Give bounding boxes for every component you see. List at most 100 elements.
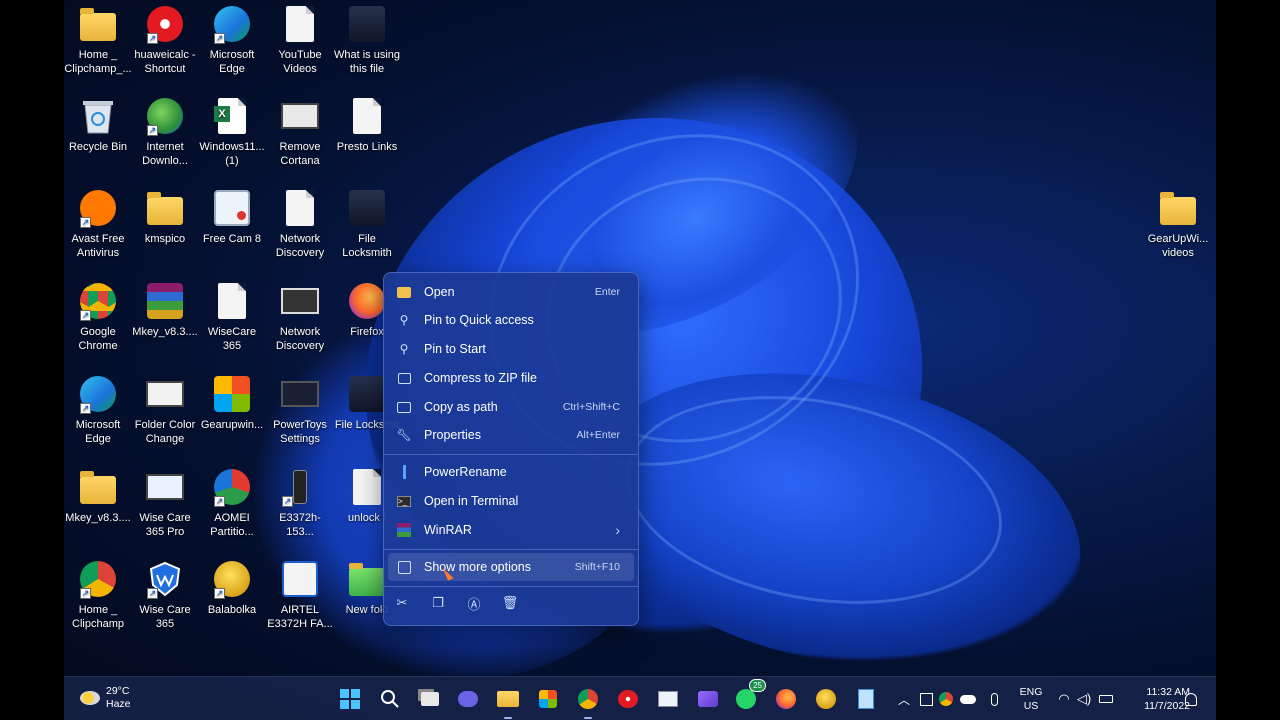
modem-icon: ↗: [280, 467, 320, 507]
wifi-button[interactable]: ◠: [1054, 685, 1074, 713]
desktop-icon-microsoft-edge[interactable]: ↗ Microsoft Edge: [198, 4, 266, 76]
window-icon: [658, 691, 678, 707]
menu-item-label: Pin to Start: [424, 342, 486, 356]
volume-button[interactable]: ◁): [1074, 685, 1094, 713]
desktop-icon-folder-color-change[interactable]: Folder Color Change: [131, 374, 199, 446]
menu-item-winrar[interactable]: WinRAR ›: [388, 516, 634, 544]
desktop-icon-label: What is using this file: [333, 49, 401, 75]
desktop-icon-kmspico[interactable]: kmspico: [131, 188, 199, 246]
desktop-icon-home-clipchamp-folder[interactable]: Home _ Clipchamp_...: [64, 4, 132, 76]
freecam-icon: [212, 188, 252, 228]
terminal-icon: >_: [396, 493, 412, 509]
search-button[interactable]: [376, 685, 404, 713]
desktop-icon-label: Wise Care 365 Pro: [139, 512, 191, 538]
notifications-button[interactable]: [1180, 685, 1202, 713]
task-view-button[interactable]: [416, 685, 444, 713]
menu-item-compress-zip[interactable]: Compress to ZIP file: [388, 364, 634, 392]
menu-item-shortcut: Alt+Enter: [576, 429, 620, 441]
firefox-icon: [347, 281, 387, 321]
desktop-icon-microsoft-edge-2[interactable]: ↗ Microsoft Edge: [64, 374, 132, 446]
desktop-icon-label: Google Chrome: [78, 326, 118, 352]
firefox-taskbar-button[interactable]: [772, 685, 800, 713]
weather-widget[interactable]: 29°C Haze: [80, 685, 131, 711]
microphone-icon: [990, 692, 998, 706]
desktop-icon-aomei-partition[interactable]: ↗ AOMEI Partitio...: [198, 467, 266, 539]
menu-item-label: Open in Terminal: [424, 494, 519, 508]
desktop-icon-huaweicalc[interactable]: ↗ huaweicalc - Shortcut: [131, 4, 199, 76]
menu-item-open[interactable]: Open Enter: [388, 278, 634, 306]
menu-item-show-more-options[interactable]: Show more options Shift+F10: [388, 553, 634, 581]
chevron-right-icon: ›: [615, 522, 620, 538]
rename-icon[interactable]: Ⓐ: [464, 593, 484, 613]
desktop-icon-recycle-bin[interactable]: Recycle Bin: [64, 96, 132, 154]
desktop-icon-free-cam[interactable]: Free Cam 8: [198, 188, 266, 246]
balabolka-taskbar-button[interactable]: [812, 685, 840, 713]
tray-app-button[interactable]: [916, 685, 936, 713]
desktop-icon-mkey-winrar[interactable]: Mkey_v8.3....: [131, 281, 199, 339]
desktop-icon-gearupwi-videos[interactable]: GearUpWi... videos: [1144, 188, 1212, 260]
pin-icon: ⚲: [399, 313, 409, 327]
menu-item-pin-quick-access[interactable]: ⚲ Pin to Quick access: [388, 306, 634, 334]
desktop-icon-label: File Locksmith: [342, 233, 392, 259]
desktop-icon-airtel[interactable]: AIRTEL E3372H FA...: [266, 559, 334, 631]
desktop-icon-youtube-videos[interactable]: YouTube Videos: [266, 4, 334, 76]
winrar-icon: [396, 522, 412, 538]
menu-item-copy-as-path[interactable]: Copy as path Ctrl+Shift+C: [388, 393, 634, 421]
desktop-icon-e3372h[interactable]: ↗ E3372h-153...: [266, 467, 334, 539]
menu-item-properties[interactable]: 🔧︎ Properties Alt+Enter: [388, 421, 634, 449]
file-explorer-button[interactable]: [494, 685, 522, 719]
desktop-icon-label: AOMEI Partitio...: [210, 512, 254, 538]
desktop-icon-avast[interactable]: ↗ Avast Free Antivirus: [64, 188, 132, 260]
desktop-icon-gearupwin[interactable]: Gearupwin...: [198, 374, 266, 432]
desktop-icon-network-discovery-video[interactable]: Network Discovery: [266, 281, 334, 353]
microphone-button[interactable]: [984, 685, 1004, 713]
desktop-icon-internet-download-manager[interactable]: ↗ Internet Downlo...: [131, 96, 199, 168]
screen-icon: [280, 96, 320, 136]
start-button[interactable]: [336, 685, 364, 713]
tray-chrome-button[interactable]: [936, 685, 956, 713]
cut-icon[interactable]: ✂: [392, 593, 412, 613]
chat-button[interactable]: [454, 685, 482, 713]
desktop-icon-wise-care-365[interactable]: ↗ Wise Care 365: [131, 559, 199, 631]
menu-item-powerrename[interactable]: PowerRename: [388, 458, 634, 486]
copy-icon[interactable]: ❐: [428, 593, 448, 613]
battery-button[interactable]: [1096, 685, 1116, 713]
windows-logo-icon: [340, 689, 360, 709]
desktop-icon-powertoys-settings[interactable]: PowerToys Settings: [266, 374, 334, 446]
document-icon: [347, 467, 387, 507]
huawei-taskbar-button[interactable]: [614, 685, 642, 713]
clipchamp-taskbar-button[interactable]: [694, 685, 722, 713]
desktop-icon-remove-cortana[interactable]: Remove Cortana: [266, 96, 334, 168]
desktop-icon-balabolka[interactable]: ↗ Balabolka: [198, 559, 266, 617]
show-hidden-icons-button[interactable]: ︿: [894, 685, 914, 713]
store-button[interactable]: [534, 685, 562, 713]
desktop-icon-label: Home _ Clipchamp: [72, 604, 124, 630]
desktop-icon-google-chrome[interactable]: ↗ Google Chrome: [64, 281, 132, 353]
desktop-icon-wise-care-pro[interactable]: Wise Care 365 Pro: [131, 467, 199, 539]
desktop-icon-home-clipchamp-chrome[interactable]: ↗ Home _ Clipchamp: [64, 559, 132, 631]
language-indicator[interactable]: ENG US: [1018, 685, 1044, 713]
desktop-icon-file-locksmith[interactable]: File Locksmith: [333, 188, 401, 260]
desktop-icon-label: Network Discovery: [275, 326, 325, 352]
desktop-icon-network-discovery[interactable]: Network Discovery: [266, 188, 334, 260]
notepad-taskbar-button[interactable]: [852, 685, 880, 713]
wifi-icon: ◠: [1058, 691, 1070, 706]
desktop-icon-wisecare-365-doc[interactable]: WiseCare 365: [198, 281, 266, 353]
desktop-icon-what-is-using-this-file[interactable]: What is using this file: [333, 4, 401, 76]
menu-item-pin-to-start[interactable]: ⚲ Pin to Start: [388, 335, 634, 363]
running-indicator: [504, 717, 512, 719]
app-taskbar-button[interactable]: [654, 685, 682, 713]
desktop-icon-windows11-excel[interactable]: X Windows11... (1): [198, 96, 266, 168]
desktop-icon-label: Home _ Clipchamp_...: [64, 49, 132, 75]
desktop-icon-presto-links[interactable]: Presto Links: [333, 96, 401, 154]
language-code: ENG: [1019, 686, 1043, 698]
whatsapp-taskbar-button[interactable]: 25: [732, 679, 766, 713]
chrome-taskbar-button[interactable]: [574, 685, 602, 719]
desktop-icon-mkey-folder[interactable]: Mkey_v8.3....: [64, 467, 132, 525]
weather-temp: 29°C: [106, 685, 130, 697]
desktop-icon-label: Mkey_v8.3....: [65, 512, 131, 524]
menu-item-open-in-terminal[interactable]: >_ Open in Terminal: [388, 487, 634, 515]
document-icon: [347, 96, 387, 136]
delete-icon[interactable]: 🗑︎: [500, 593, 520, 613]
onedrive-button[interactable]: [958, 685, 978, 713]
